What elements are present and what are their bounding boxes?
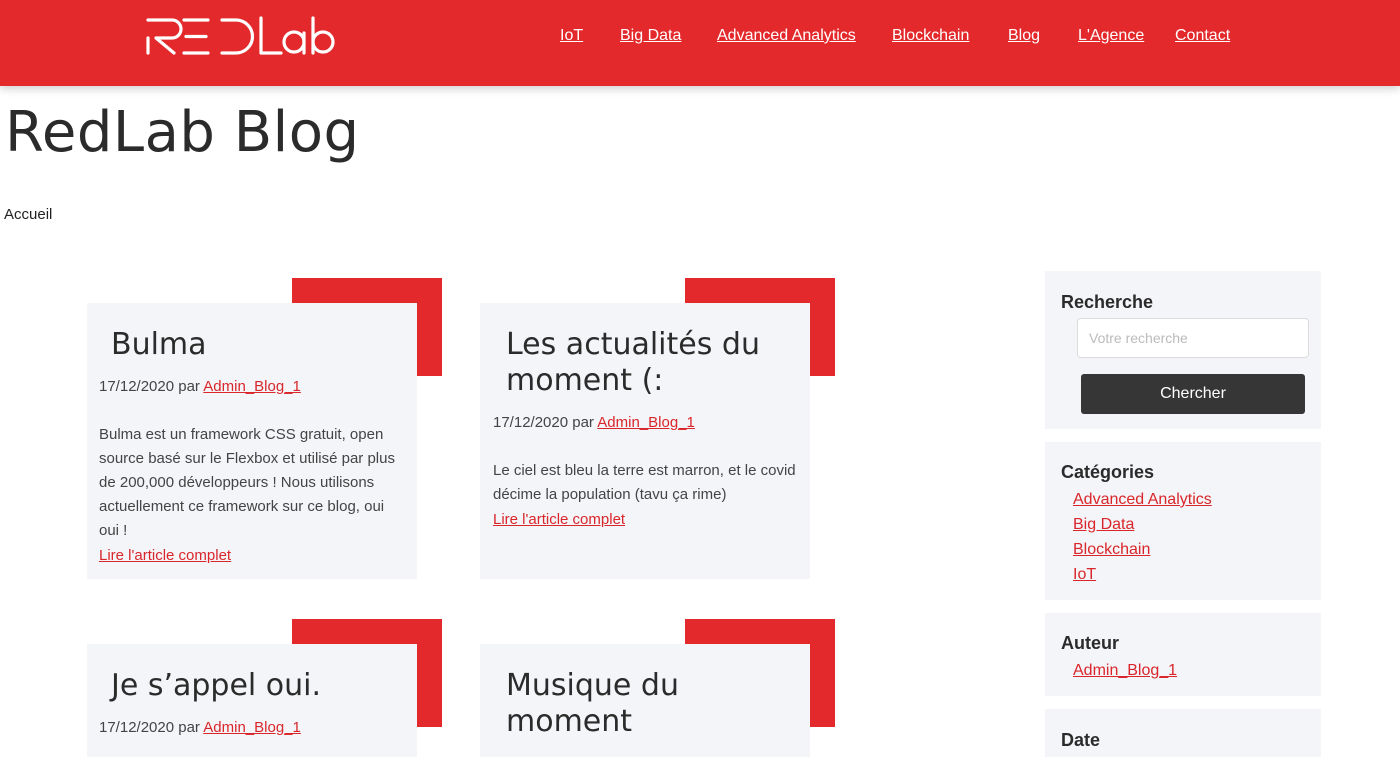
- post-title[interactable]: Bulma: [111, 327, 207, 363]
- search-button[interactable]: Chercher: [1081, 374, 1305, 414]
- list-item: Admin_Blog_1: [1073, 657, 1177, 682]
- post-date: 17/12/2020: [99, 378, 175, 395]
- date-widget-title: Date: [1061, 730, 1101, 750]
- nav-link-iot[interactable]: IoT: [560, 27, 583, 45]
- nav-link-blockchain[interactable]: Blockchain: [892, 27, 969, 45]
- categories-list: Advanced Analytics Big Data Blockchain I…: [1073, 486, 1212, 586]
- post-meta: 17/12/2020 par Admin_Blog_1: [99, 378, 301, 395]
- read-more-link[interactable]: Lire l'article complet: [99, 544, 231, 568]
- breadcrumb-home[interactable]: Accueil: [4, 206, 52, 223]
- post-card: Je s’appel oui. 17/12/2020 par Admin_Blo…: [87, 644, 417, 757]
- post-title[interactable]: Les actualités du moment (:: [506, 327, 806, 399]
- nav-link-advanced-analytics[interactable]: Advanced Analytics: [717, 27, 856, 45]
- post-title[interactable]: Musique du moment: [506, 668, 766, 740]
- page-title: RedLab Blog: [5, 100, 360, 165]
- read-more-link[interactable]: Lire l'article complet: [493, 508, 625, 532]
- list-item: Advanced Analytics: [1073, 486, 1212, 511]
- author-widget-title: Auteur: [1061, 633, 1119, 653]
- post-meta: 17/12/2020 par Admin_Blog_1: [493, 414, 695, 431]
- list-item: Blockchain: [1073, 536, 1212, 561]
- breadcrumb: Accueil: [4, 206, 52, 223]
- category-link-advanced-analytics[interactable]: Advanced Analytics: [1073, 491, 1212, 508]
- post-by: par: [178, 378, 200, 395]
- category-link-blockchain[interactable]: Blockchain: [1073, 541, 1150, 558]
- redlab-logo[interactable]: [146, 16, 346, 56]
- post-card: Musique du moment: [480, 644, 810, 757]
- post-author-link[interactable]: Admin_Blog_1: [597, 414, 695, 431]
- post-author-link[interactable]: Admin_Blog_1: [203, 378, 301, 395]
- categories-widget: Catégories Advanced Analytics Big Data B…: [1045, 442, 1321, 600]
- list-item: Big Data: [1073, 511, 1212, 536]
- author-link[interactable]: Admin_Blog_1: [1073, 662, 1177, 679]
- post-card: Les actualités du moment (: 17/12/2020 p…: [480, 303, 810, 579]
- date-widget: Date: [1045, 709, 1321, 757]
- post-title[interactable]: Je s’appel oui.: [111, 668, 321, 704]
- categories-widget-title: Catégories: [1061, 462, 1155, 482]
- post-by: par: [178, 719, 200, 736]
- post-date: 17/12/2020: [493, 414, 569, 431]
- nav-link-contact[interactable]: Contact: [1175, 27, 1230, 45]
- search-widget: Recherche Chercher: [1045, 271, 1321, 429]
- search-widget-title: Recherche: [1061, 292, 1154, 312]
- author-list: Admin_Blog_1: [1073, 657, 1177, 682]
- list-item: IoT: [1073, 561, 1212, 586]
- post-card: Bulma 17/12/2020 par Admin_Blog_1 Bulma …: [87, 303, 417, 579]
- post-excerpt: Le ciel est bleu la terre est marron, et…: [493, 462, 796, 503]
- nav-link-big-data[interactable]: Big Data: [620, 27, 681, 45]
- post-date: 17/12/2020: [99, 719, 175, 736]
- category-link-iot[interactable]: IoT: [1073, 566, 1096, 583]
- post-meta: 17/12/2020 par Admin_Blog_1: [99, 719, 301, 736]
- nav-link-agence[interactable]: L'Agence: [1078, 27, 1144, 45]
- search-input[interactable]: [1077, 318, 1309, 358]
- top-navbar: IoT Big Data Advanced Analytics Blockcha…: [0, 0, 1400, 86]
- post-excerpt: Bulma est un framework CSS gratuit, open…: [99, 426, 395, 539]
- post-by: par: [572, 414, 594, 431]
- author-widget: Auteur Admin_Blog_1: [1045, 613, 1321, 696]
- category-link-big-data[interactable]: Big Data: [1073, 516, 1134, 533]
- post-author-link[interactable]: Admin_Blog_1: [203, 719, 301, 736]
- nav-link-blog[interactable]: Blog: [1008, 27, 1040, 45]
